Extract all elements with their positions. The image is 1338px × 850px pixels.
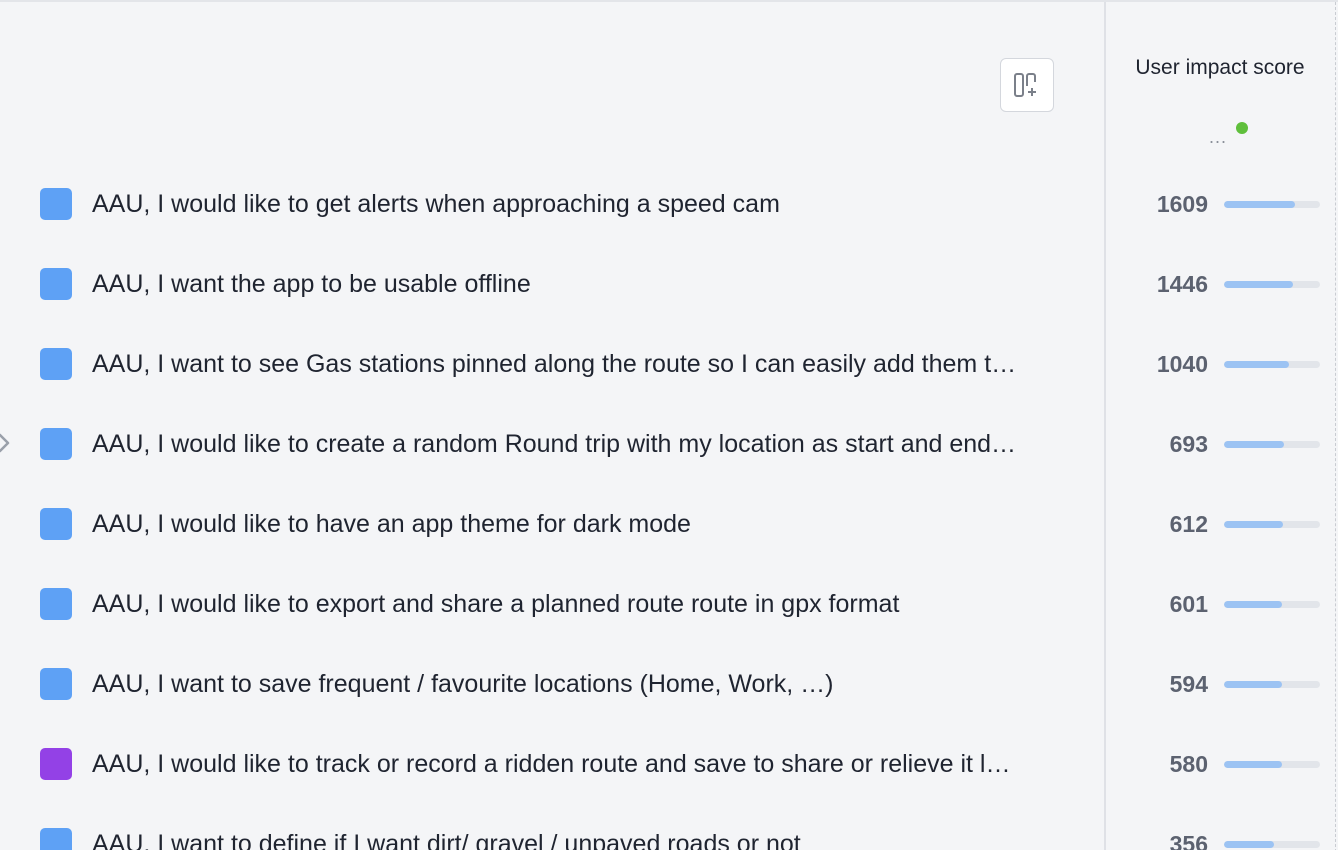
column-status-dot (1236, 122, 1248, 134)
impact-score-bar (1224, 521, 1320, 528)
status-swatch[interactable] (40, 748, 72, 780)
feature-row[interactable]: AAU, I want to define if I want dirt/ gr… (0, 804, 1338, 850)
feature-title[interactable]: AAU, I would like to create a random Rou… (92, 428, 1086, 460)
feature-row[interactable]: AAU, I would like to have an app theme f… (0, 484, 1338, 564)
impact-score-bar (1224, 841, 1320, 848)
feature-title[interactable]: AAU, I want to save frequent / favourite… (92, 668, 1086, 700)
impact-score-bar-fill (1224, 361, 1290, 368)
impact-score-bar-fill (1224, 441, 1284, 448)
impact-score-bar (1224, 761, 1320, 768)
impact-score-value: 612 (1169, 511, 1208, 537)
feature-title[interactable]: AAU, I want to see Gas stations pinned a… (92, 348, 1086, 380)
column-menu-button[interactable]: ... (1209, 128, 1227, 146)
impact-score-bar-fill (1224, 201, 1296, 208)
impact-score-bar-fill (1224, 601, 1282, 608)
feature-list: AAU, I would like to get alerts when app… (0, 164, 1338, 850)
impact-score-value: 594 (1169, 671, 1208, 697)
feature-title[interactable]: AAU, I want to define if I want dirt/ gr… (92, 828, 1086, 850)
impact-score-value: 1446 (1156, 271, 1208, 297)
add-column-icon (1014, 73, 1036, 97)
impact-score-value: 1040 (1156, 351, 1208, 377)
add-column-button[interactable] (1000, 58, 1054, 112)
feature-list-view: User impact score ... AAU, I would like … (0, 0, 1338, 850)
status-swatch[interactable] (40, 828, 72, 850)
status-swatch[interactable] (40, 268, 72, 300)
feature-row[interactable]: AAU, I would like to create a random Rou… (0, 404, 1338, 484)
status-swatch[interactable] (40, 588, 72, 620)
impact-score-bar-fill (1224, 841, 1274, 848)
feature-row[interactable]: AAU, I would like to track or record a r… (0, 724, 1338, 804)
feature-row[interactable]: AAU, I want to see Gas stations pinned a… (0, 324, 1338, 404)
impact-score-value: 580 (1169, 751, 1208, 777)
impact-score-value: 1609 (1156, 191, 1208, 217)
status-swatch[interactable] (40, 508, 72, 540)
feature-row[interactable]: AAU, I would like to export and share a … (0, 564, 1338, 644)
feature-title[interactable]: AAU, I want the app to be usable offline (92, 268, 1086, 300)
impact-score-value: 601 (1169, 591, 1208, 617)
impact-score-bar-fill (1224, 761, 1282, 768)
impact-score-bar (1224, 681, 1320, 688)
impact-score-bar-fill (1224, 681, 1282, 688)
status-swatch[interactable] (40, 668, 72, 700)
status-swatch[interactable] (40, 348, 72, 380)
impact-score-value: 693 (1169, 431, 1208, 457)
feature-title[interactable]: AAU, I would like to export and share a … (92, 588, 1086, 620)
impact-score-bar (1224, 441, 1320, 448)
impact-score-bar (1224, 201, 1320, 208)
feature-row[interactable]: AAU, I want to save frequent / favourite… (0, 644, 1338, 724)
status-swatch[interactable] (40, 188, 72, 220)
feature-title[interactable]: AAU, I would like to track or record a r… (92, 748, 1086, 780)
impact-score-bar-fill (1224, 281, 1294, 288)
feature-title[interactable]: AAU, I would like to have an app theme f… (92, 508, 1086, 540)
feature-row[interactable]: AAU, I would like to get alerts when app… (0, 164, 1338, 244)
impact-score-bar (1224, 601, 1320, 608)
impact-score-value: 356 (1169, 831, 1208, 850)
impact-score-bar (1224, 361, 1320, 368)
feature-row[interactable]: AAU, I want the app to be usable offline… (0, 244, 1338, 324)
impact-score-bar (1224, 281, 1320, 288)
status-swatch[interactable] (40, 428, 72, 460)
feature-title[interactable]: AAU, I would like to get alerts when app… (92, 188, 1086, 220)
impact-score-bar-fill (1224, 521, 1283, 528)
column-header-user-impact-score[interactable]: User impact score (1128, 54, 1312, 82)
